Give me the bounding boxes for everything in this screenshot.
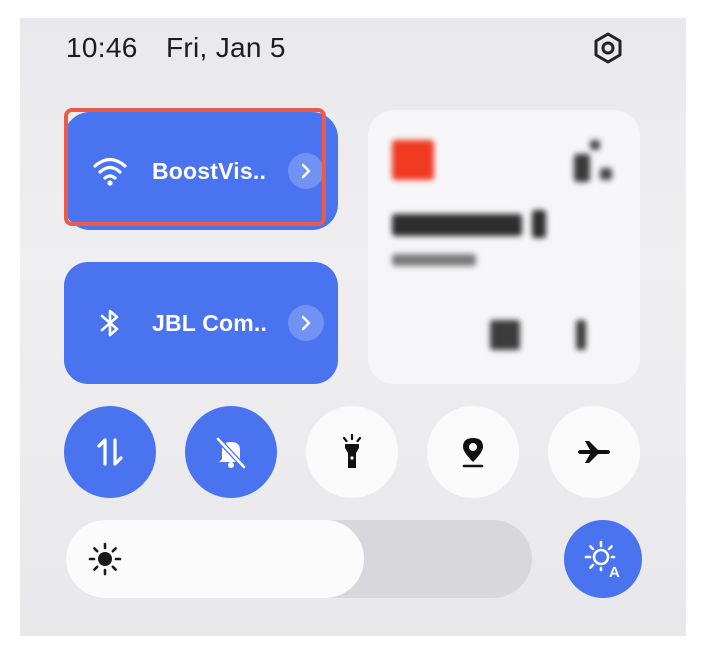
wifi-tile[interactable]: BoostVis.. — [64, 112, 338, 230]
mobile-data-icon — [97, 438, 123, 466]
bluetooth-icon — [92, 305, 128, 341]
chevron-right-icon — [301, 315, 311, 331]
track-title-blurred-2 — [532, 210, 546, 238]
flashlight-toggle[interactable] — [306, 406, 398, 498]
track-artist-blurred — [392, 254, 476, 266]
svg-text:A: A — [609, 564, 620, 579]
flashlight-icon — [342, 434, 362, 468]
quick-settings-panel: 10:46 Fri, Jan 5 BoostVis.. JBL Com.. A — [20, 18, 686, 636]
bluetooth-details-button[interactable] — [288, 305, 324, 341]
location-pin-icon — [462, 438, 484, 468]
chevron-right-icon — [301, 163, 311, 179]
airplane-icon — [578, 441, 610, 463]
output-device-icon[interactable] — [574, 154, 590, 182]
bluetooth-tile[interactable]: JBL Com.. — [64, 262, 338, 384]
bell-off-icon — [216, 437, 246, 469]
album-art — [392, 140, 434, 180]
track-title-blurred — [392, 214, 522, 236]
output-device-dot — [590, 140, 600, 150]
settings-button[interactable] — [588, 28, 628, 68]
brightness-slider[interactable] — [66, 520, 532, 598]
airplane-mode-toggle[interactable] — [548, 406, 640, 498]
wifi-details-button[interactable] — [288, 153, 324, 189]
clock-date[interactable]: Fri, Jan 5 — [166, 32, 286, 64]
clock-time: 10:46 — [66, 32, 138, 63]
sun-icon — [86, 540, 124, 578]
media-player-card[interactable] — [368, 110, 640, 384]
play-pause-button[interactable] — [490, 320, 520, 350]
auto-brightness-button[interactable]: A — [564, 520, 642, 598]
location-toggle[interactable] — [427, 406, 519, 498]
silent-mode-toggle[interactable] — [185, 406, 277, 498]
mobile-data-toggle[interactable] — [64, 406, 156, 498]
gear-icon — [594, 32, 622, 64]
wifi-icon — [92, 153, 128, 189]
output-device-dot-2 — [600, 168, 612, 180]
bluetooth-device-label: JBL Com.. — [152, 309, 268, 336]
wifi-network-label: BoostVis.. — [152, 157, 267, 184]
next-button[interactable] — [576, 320, 586, 350]
auto-brightness-icon: A — [584, 540, 620, 579]
